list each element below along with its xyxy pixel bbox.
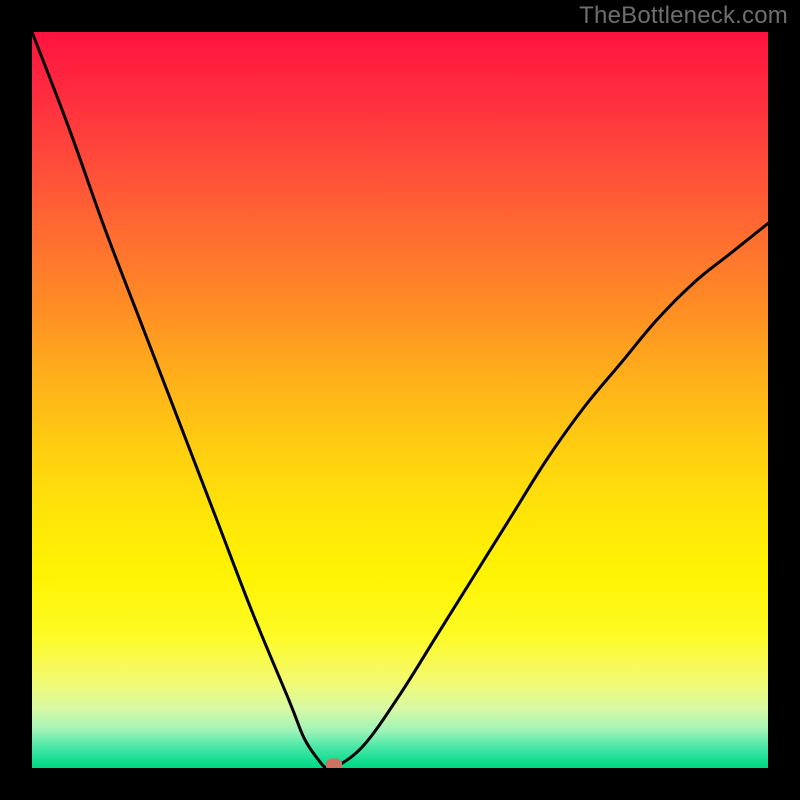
chart-frame: TheBottleneck.com (0, 0, 800, 800)
watermark-text: TheBottleneck.com (579, 2, 788, 30)
bottleneck-curve (32, 32, 768, 768)
plot-area (32, 32, 768, 768)
bottleneck-marker (326, 759, 342, 769)
